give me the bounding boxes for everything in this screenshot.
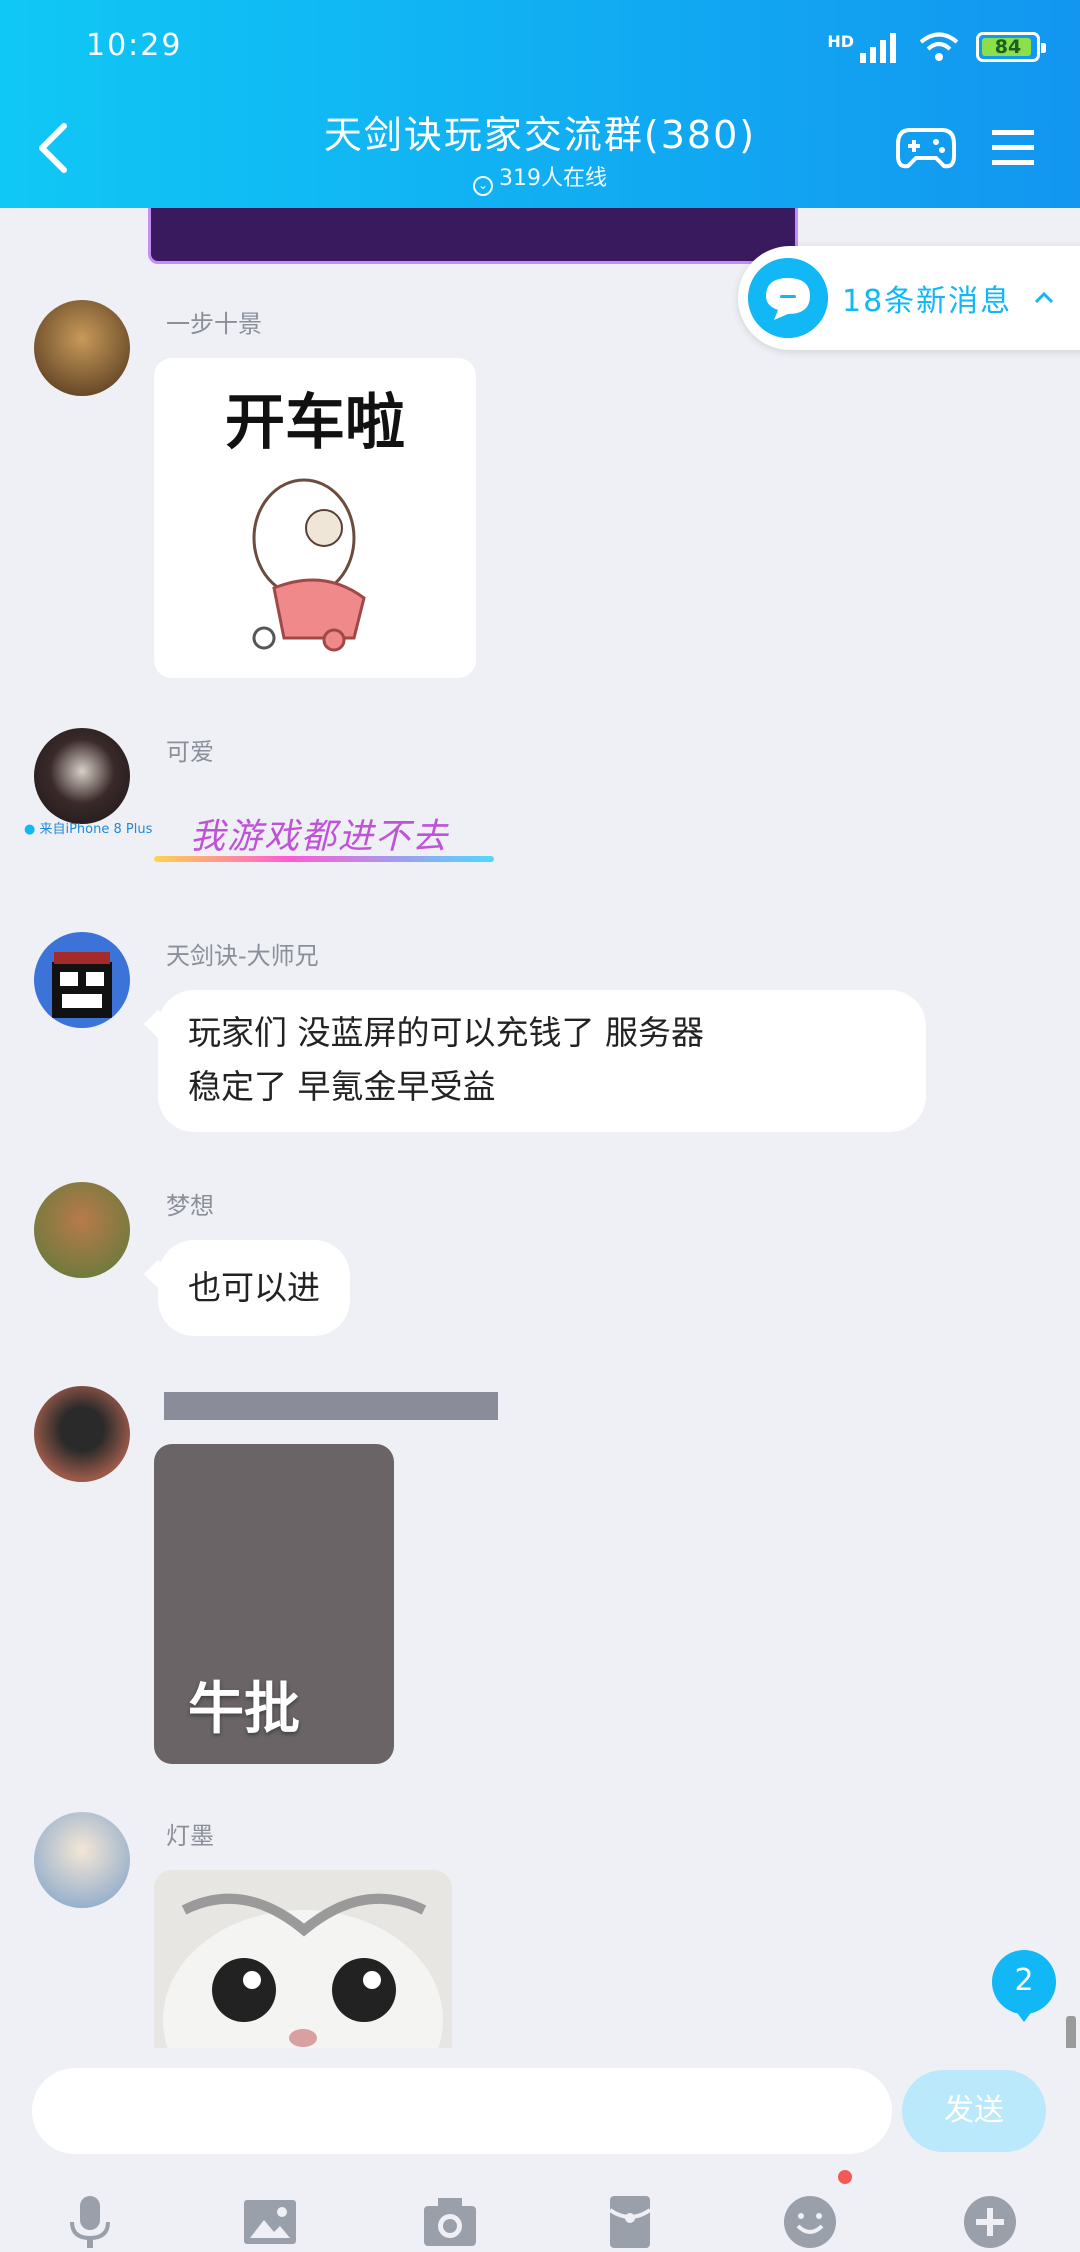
message-bubble[interactable]: 玩家们 没蓝屏的可以充钱了 服务器 稳定了 早氪金早受益	[158, 990, 926, 1132]
badge-pointer	[1012, 2006, 1036, 2022]
sticker-caption: 牛批	[188, 1677, 300, 1742]
device-label: ● 来自iPhone 8 Plus	[24, 822, 153, 837]
image-icon[interactable]	[240, 2192, 300, 2252]
menu-icon[interactable]	[988, 126, 1038, 170]
cat-face-icon	[163, 1893, 443, 2048]
chevron-down-circle-icon: ⌄	[473, 176, 493, 196]
sticker-image[interactable]	[154, 1870, 452, 2048]
previous-message-banner	[148, 208, 798, 264]
scrollbar[interactable]	[1066, 2016, 1076, 2052]
battery-icon: 84	[976, 32, 1046, 62]
sender-name: 灯墨	[166, 1822, 214, 1850]
scooter-character-icon	[252, 478, 366, 652]
avatar[interactable]	[34, 1386, 130, 1482]
plus-icon[interactable]	[960, 2192, 1020, 2252]
avatar[interactable]	[34, 932, 130, 1028]
chat-header: 10:29 HD 84 天剑诀玩家交流群(380) ⌄ 319人在线	[0, 0, 1080, 208]
input-bar: 发送	[0, 2048, 1080, 2248]
battery-level: 84	[994, 36, 1022, 58]
sender-name: 一步十景	[166, 310, 262, 338]
status-icons: HD 84	[827, 26, 1046, 68]
gamepad-icon[interactable]	[896, 122, 956, 172]
wifi-icon	[919, 32, 959, 61]
emoji-icon[interactable]	[780, 2192, 840, 2252]
message-text-line: 稳定了 早氪金早受益	[188, 1067, 496, 1106]
avatar[interactable]	[34, 1812, 130, 1908]
message-text-line: 玩家们 没蓝屏的可以充钱了 服务器	[188, 1013, 704, 1052]
sparkle-underline	[154, 856, 494, 862]
camera-icon[interactable]	[420, 2192, 480, 2252]
chevron-up-icon	[1034, 291, 1054, 304]
avatar[interactable]	[34, 1182, 130, 1278]
signal-icon	[860, 33, 896, 63]
sender-name: 天剑诀-大师兄	[166, 942, 319, 970]
sticker-image[interactable]: 开车啦	[154, 358, 476, 678]
sender-name: 可爱	[166, 738, 214, 766]
message-list[interactable]: 一步十景 开车啦 ● 来自iPhone 8 Plus 可爱 我游戏都进不去 天剑…	[0, 208, 1080, 2048]
red-packet-icon[interactable]	[600, 2192, 660, 2252]
message-text[interactable]: 我游戏都进不去	[190, 808, 449, 859]
chat-bubble-icon	[748, 258, 828, 338]
new-messages-pill[interactable]: 18条新消息	[738, 246, 1080, 350]
avatar[interactable]	[34, 300, 130, 396]
notification-dot	[838, 2170, 852, 2184]
sender-name: 梦想	[166, 1192, 214, 1220]
message-text: 也可以进	[188, 1268, 320, 1307]
message-input[interactable]	[32, 2068, 892, 2154]
redacted-sender-name	[164, 1392, 498, 1420]
avatar[interactable]	[34, 728, 130, 824]
microphone-icon[interactable]	[60, 2192, 120, 2252]
send-button[interactable]: 发送	[902, 2070, 1046, 2152]
sticker-caption: 开车啦	[225, 388, 405, 458]
status-time: 10:29	[86, 28, 183, 63]
pixel-character-icon	[52, 952, 112, 1018]
network-type-label: HD	[827, 31, 854, 51]
sticker-image[interactable]: 牛批	[154, 1444, 394, 1764]
new-messages-label: 18条新消息	[842, 284, 1013, 319]
unread-count-badge[interactable]: 2	[992, 1950, 1056, 2014]
message-bubble[interactable]: 也可以进	[158, 1240, 350, 1336]
